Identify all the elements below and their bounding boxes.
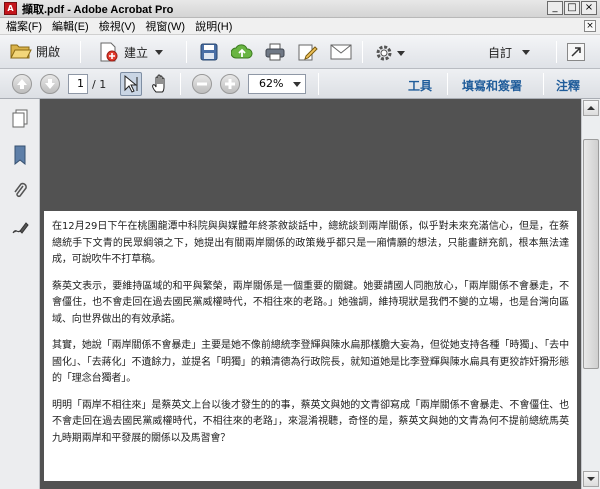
paragraph: 在12月29日下午在桃園龍潭中科院與與媒體年終茶敘談話中，總統談到兩岸關係，似乎… [52, 221, 569, 265]
menu-view[interactable]: 檢視(V) [99, 18, 136, 34]
page-total-label: / 1 [92, 78, 107, 91]
gear-icon [376, 45, 392, 61]
document-close-button[interactable]: × [584, 20, 596, 32]
bookmark-icon[interactable] [12, 145, 28, 165]
menu-window[interactable]: 視窗(W) [145, 18, 185, 34]
open-label: 開啟 [36, 44, 61, 59]
window-controls: _ □ × [547, 1, 597, 15]
next-page-button[interactable] [40, 74, 60, 94]
menu-help[interactable]: 說明(H) [195, 18, 232, 34]
close-button[interactable]: × [581, 1, 597, 15]
page-thumbnails-icon[interactable] [11, 109, 29, 129]
paragraph: 蔡英文表示，要維持區域的和平與繁榮，兩岸關係是一個重要的關鍵。她要請國人同胞放心… [52, 280, 569, 325]
zoom-select[interactable]: 62% [248, 74, 306, 94]
maximize-button[interactable]: □ [564, 1, 580, 15]
cursor-icon [124, 74, 138, 93]
scroll-down-button[interactable] [583, 471, 599, 487]
chevron-down-icon [397, 50, 405, 56]
save-icon[interactable] [200, 43, 218, 61]
open-button[interactable]: 開啟 [10, 42, 60, 60]
minimize-button[interactable]: _ [547, 1, 563, 15]
menu-edit[interactable]: 編輯(E) [52, 18, 89, 34]
create-pdf-icon [100, 42, 118, 62]
page-number-input[interactable]: 1 [68, 74, 88, 94]
paragraph: 明明「兩岸不相往來」是蔡英文上台以後才發生的的事，蔡英文與她的文青卻寫成「兩岸關… [52, 399, 569, 444]
menu-file[interactable]: 檔案(F) [6, 18, 42, 34]
comment-pane-button[interactable]: 注釋 [556, 77, 580, 94]
chevron-down-icon [522, 50, 531, 55]
arrow-up-icon [17, 79, 27, 89]
main-toolbar: 開啟 建立 自訂 [0, 35, 600, 69]
plus-icon [225, 79, 235, 89]
toolbar-separator [543, 73, 544, 95]
tools-pane-button[interactable]: 工具 [408, 77, 432, 94]
zoom-in-button[interactable] [220, 74, 240, 94]
title-bar: A 擷取.pdf - Adobe Acrobat Pro _ □ × [0, 0, 600, 18]
toolbar-separator [556, 41, 557, 63]
edit-icon[interactable] [298, 43, 318, 61]
email-icon[interactable] [330, 44, 352, 60]
print-icon[interactable] [265, 43, 285, 61]
acrobat-app-icon[interactable]: A [4, 2, 17, 15]
paragraph: 其實，她說「兩岸關係不會暴走」主要是她不像前總統李登輝與陳水扁那樣膽大妄為，但從… [52, 340, 569, 384]
fill-sign-pane-button[interactable]: 填寫和簽署 [462, 77, 522, 94]
toolbar-separator [362, 41, 363, 63]
expand-icon[interactable] [567, 43, 585, 61]
signature-icon[interactable] [11, 219, 29, 237]
document-viewport[interactable]: 在12月29日下午在桃園龍潭中科院與與媒體年終茶敘談話中，總統談到兩岸關係，似乎… [40, 99, 581, 489]
chevron-down-icon [293, 82, 301, 87]
create-button[interactable]: 建立 [98, 42, 164, 62]
customize-button[interactable]: 自訂 [488, 44, 531, 61]
previous-page-button[interactable] [12, 74, 32, 94]
zoom-out-button[interactable] [192, 74, 212, 94]
toolbar-separator [318, 73, 319, 95]
arrow-down-icon [587, 477, 595, 481]
toolbar-separator [80, 41, 81, 63]
arrow-down-icon [45, 79, 55, 89]
zoom-value: 62% [259, 77, 284, 90]
navigation-toolbar: 1 / 1 62% 工具 填寫和簽署 注釋 [0, 69, 600, 99]
vertical-scrollbar[interactable] [581, 99, 600, 489]
folder-open-icon [10, 44, 32, 59]
scroll-up-button[interactable] [583, 100, 599, 116]
select-tool-button[interactable] [120, 72, 142, 96]
scrollbar-thumb[interactable] [583, 139, 599, 369]
left-navigation-pane [0, 99, 40, 489]
toolbar-separator [186, 41, 187, 63]
settings-button[interactable] [375, 44, 405, 62]
window-title: 擷取.pdf - Adobe Acrobat Pro [22, 3, 174, 16]
menu-bar: 檔案(F) 編輯(E) 檢視(V) 視窗(W) 說明(H) × [0, 18, 600, 35]
minus-icon [197, 82, 207, 86]
attachment-icon[interactable] [12, 181, 28, 201]
pdf-page: 在12月29日下午在桃園龍潭中科院與與媒體年終茶敘談話中，總統談到兩岸關係，似乎… [44, 211, 577, 481]
customize-label: 自訂 [488, 46, 513, 60]
upload-icon[interactable] [231, 43, 253, 61]
hand-icon[interactable] [150, 74, 170, 94]
create-label: 建立 [124, 45, 149, 60]
chevron-down-icon [155, 49, 164, 55]
toolbar-separator [180, 73, 181, 95]
arrow-up-icon [587, 106, 595, 110]
toolbar-separator [447, 73, 448, 95]
